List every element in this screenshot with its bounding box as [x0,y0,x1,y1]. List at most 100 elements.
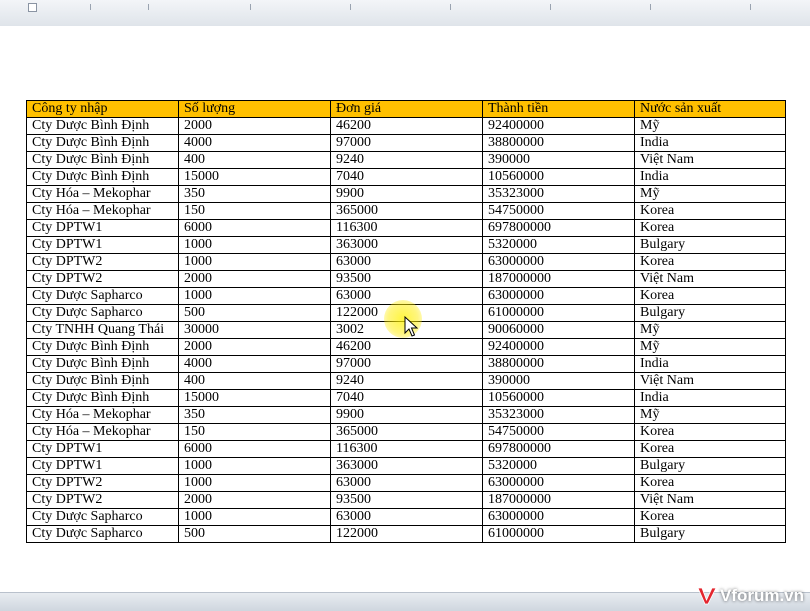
cell-nuoc-san-xuat[interactable]: India [634,134,786,152]
cell-nuoc-san-xuat[interactable]: Mỹ [634,338,786,356]
cell-thanh-tien[interactable]: 54750000 [482,202,635,220]
cell-don-gia[interactable]: 365000 [330,423,483,441]
cell-so-luong[interactable]: 15000 [178,168,331,186]
cell-cong-ty-nhap[interactable]: Cty Dược Bình Định [26,151,179,169]
cell-cong-ty-nhap[interactable]: Cty Dược Sapharco [26,287,179,305]
cell-thanh-tien[interactable]: 63000000 [482,474,635,492]
cell-don-gia[interactable]: 63000 [330,474,483,492]
cell-nuoc-san-xuat[interactable]: India [634,389,786,407]
cell-nuoc-san-xuat[interactable]: Korea [634,508,786,526]
cell-so-luong[interactable]: 350 [178,406,331,424]
cell-don-gia[interactable]: 46200 [330,338,483,356]
cell-cong-ty-nhap[interactable]: Cty Dược Sapharco [26,525,179,543]
cell-thanh-tien[interactable]: 5320000 [482,457,635,475]
cell-nuoc-san-xuat[interactable]: Korea [634,474,786,492]
cell-thanh-tien[interactable]: 187000000 [482,491,635,509]
cell-cong-ty-nhap[interactable]: Cty Dược Bình Định [26,134,179,152]
cell-don-gia[interactable]: 97000 [330,134,483,152]
cell-so-luong[interactable]: 4000 [178,355,331,373]
cell-don-gia[interactable]: 9900 [330,406,483,424]
cell-cong-ty-nhap[interactable]: Cty DPTW1 [26,219,179,237]
cell-don-gia[interactable]: 9900 [330,185,483,203]
indent-marker[interactable] [28,3,37,12]
cell-thanh-tien[interactable]: 38800000 [482,355,635,373]
header-cong-ty-nhap[interactable]: Công ty nhập [26,100,179,118]
cell-so-luong[interactable]: 30000 [178,321,331,339]
cell-so-luong[interactable]: 400 [178,372,331,390]
cell-thanh-tien[interactable]: 10560000 [482,389,635,407]
cell-cong-ty-nhap[interactable]: Cty Dược Bình Định [26,168,179,186]
cell-thanh-tien[interactable]: 697800000 [482,219,635,237]
cell-nuoc-san-xuat[interactable]: Việt Nam [634,270,786,288]
cell-so-luong[interactable]: 2000 [178,338,331,356]
cell-cong-ty-nhap[interactable]: Cty Dược Sapharco [26,304,179,322]
cell-so-luong[interactable]: 500 [178,304,331,322]
cell-nuoc-san-xuat[interactable]: India [634,355,786,373]
cell-nuoc-san-xuat[interactable]: Bulgary [634,525,786,543]
cell-nuoc-san-xuat[interactable]: Korea [634,440,786,458]
cell-thanh-tien[interactable]: 390000 [482,372,635,390]
cell-so-luong[interactable]: 1000 [178,253,331,271]
cell-thanh-tien[interactable]: 390000 [482,151,635,169]
cell-cong-ty-nhap[interactable]: Cty DPTW1 [26,236,179,254]
cell-so-luong[interactable]: 2000 [178,491,331,509]
cell-thanh-tien[interactable]: 63000000 [482,287,635,305]
cell-cong-ty-nhap[interactable]: Cty DPTW1 [26,457,179,475]
cell-thanh-tien[interactable]: 90060000 [482,321,635,339]
cell-cong-ty-nhap[interactable]: Cty Hóa – Mekophar [26,185,179,203]
cell-nuoc-san-xuat[interactable]: Mỹ [634,117,786,135]
cell-nuoc-san-xuat[interactable]: Bulgary [634,236,786,254]
cell-don-gia[interactable]: 116300 [330,219,483,237]
cell-so-luong[interactable]: 2000 [178,117,331,135]
cell-so-luong[interactable]: 150 [178,202,331,220]
cell-so-luong[interactable]: 1000 [178,474,331,492]
cell-nuoc-san-xuat[interactable]: Mỹ [634,185,786,203]
cell-thanh-tien[interactable]: 697800000 [482,440,635,458]
cell-don-gia[interactable]: 122000 [330,525,483,543]
cell-nuoc-san-xuat[interactable]: Việt Nam [634,491,786,509]
cell-cong-ty-nhap[interactable]: Cty Dược Bình Định [26,355,179,373]
cell-cong-ty-nhap[interactable]: Cty DPTW2 [26,270,179,288]
cell-thanh-tien[interactable]: 35323000 [482,406,635,424]
cell-so-luong[interactable]: 4000 [178,134,331,152]
cell-nuoc-san-xuat[interactable]: Việt Nam [634,372,786,390]
cell-so-luong[interactable]: 500 [178,525,331,543]
cell-so-luong[interactable]: 6000 [178,219,331,237]
cell-cong-ty-nhap[interactable]: Cty Hóa – Mekophar [26,423,179,441]
cell-don-gia[interactable]: 63000 [330,253,483,271]
cell-thanh-tien[interactable]: 10560000 [482,168,635,186]
cell-so-luong[interactable]: 15000 [178,389,331,407]
cell-don-gia[interactable]: 7040 [330,168,483,186]
cell-nuoc-san-xuat[interactable]: Mỹ [634,321,786,339]
cell-so-luong[interactable]: 2000 [178,270,331,288]
header-nuoc-san-xuat[interactable]: Nước sản xuất [634,100,786,118]
cell-don-gia[interactable]: 93500 [330,270,483,288]
cell-so-luong[interactable]: 150 [178,423,331,441]
cell-nuoc-san-xuat[interactable]: Mỹ [634,406,786,424]
header-thanh-tien[interactable]: Thành tiền [482,100,635,118]
cell-cong-ty-nhap[interactable]: Cty Dược Bình Định [26,338,179,356]
cell-so-luong[interactable]: 350 [178,185,331,203]
cell-thanh-tien[interactable]: 187000000 [482,270,635,288]
cell-nuoc-san-xuat[interactable]: Korea [634,202,786,220]
cell-don-gia[interactable]: 363000 [330,236,483,254]
cell-don-gia[interactable]: 9240 [330,151,483,169]
cell-so-luong[interactable]: 1000 [178,457,331,475]
cell-thanh-tien[interactable]: 63000000 [482,508,635,526]
cell-nuoc-san-xuat[interactable]: Korea [634,253,786,271]
cell-thanh-tien[interactable]: 5320000 [482,236,635,254]
cell-cong-ty-nhap[interactable]: Cty Dược Bình Định [26,389,179,407]
cell-don-gia[interactable]: 46200 [330,117,483,135]
cell-don-gia[interactable]: 365000 [330,202,483,220]
cell-nuoc-san-xuat[interactable]: Việt Nam [634,151,786,169]
cell-don-gia[interactable]: 63000 [330,508,483,526]
cell-nuoc-san-xuat[interactable]: Bulgary [634,304,786,322]
header-don-gia[interactable]: Đơn giá [330,100,483,118]
cell-don-gia[interactable]: 116300 [330,440,483,458]
cell-thanh-tien[interactable]: 38800000 [482,134,635,152]
cell-thanh-tien[interactable]: 92400000 [482,117,635,135]
cell-nuoc-san-xuat[interactable]: Korea [634,219,786,237]
cell-nuoc-san-xuat[interactable]: Bulgary [634,457,786,475]
cell-don-gia[interactable]: 363000 [330,457,483,475]
cell-thanh-tien[interactable]: 92400000 [482,338,635,356]
